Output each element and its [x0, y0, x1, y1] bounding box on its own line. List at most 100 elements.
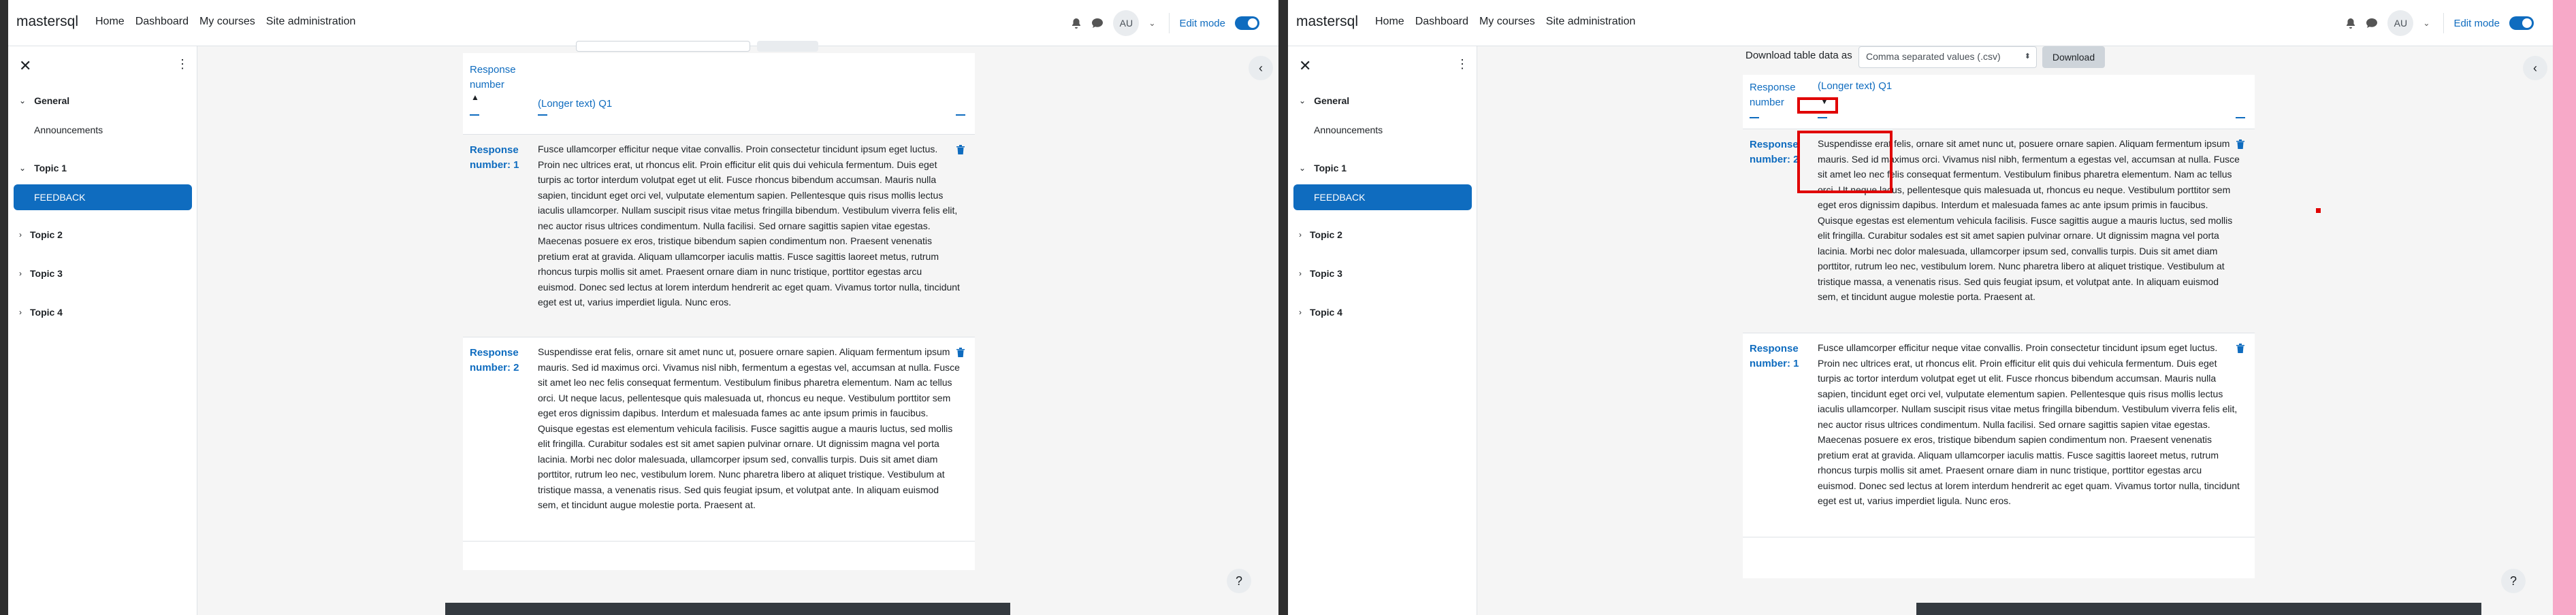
response-link[interactable]: Response number: 2 — [470, 346, 531, 376]
site-brand[interactable]: mastersql — [1296, 14, 1358, 30]
chevron-right-icon: › — [19, 308, 22, 317]
download-format-select[interactable]: Comma separated values (.csv) ⬍ — [1858, 46, 2037, 68]
activity-feedback[interactable]: FEEDBACK — [1293, 184, 1472, 210]
table-row: Response number: 1 Fusce ullamcorper eff… — [463, 135, 975, 337]
activity-announcements[interactable]: Announcements — [34, 124, 103, 135]
collapse-column-icon[interactable] — [1818, 117, 1827, 118]
section-topic-1[interactable]: ⌄ Topic 1 — [1299, 163, 1347, 173]
chevron-down-icon[interactable]: ⌄ — [2423, 18, 2430, 28]
course-index-drawer: ✕ ⋮ ⌄ General Announcements ⌄ Topic 1 FEED… — [8, 46, 197, 615]
top-navbar: mastersql Home Dashboard My courses Site… — [1288, 0, 2553, 46]
chevron-left-icon[interactable]: ‹ — [2523, 56, 2547, 80]
col-longer-text[interactable]: (Longer text) Q1 — [538, 98, 612, 110]
main-content: Download table data as Comma separated v… — [1477, 46, 2553, 615]
collapse-column-icon[interactable] — [956, 114, 965, 116]
primary-nav: Home Dashboard My courses Site administr… — [95, 16, 355, 28]
section-label: Topic 3 — [1310, 268, 1342, 279]
section-label: Topic 2 — [1310, 229, 1342, 240]
chat-icon[interactable] — [1091, 18, 1104, 29]
chevron-updown-icon: ⬍ — [2024, 52, 2031, 61]
footer-bar — [445, 603, 1010, 615]
chat-icon[interactable] — [2366, 18, 2378, 29]
help-icon[interactable]: ? — [1227, 569, 1251, 593]
sort-up-icon: ▲ — [471, 93, 479, 102]
highlight-dot — [2316, 208, 2321, 213]
section-general[interactable]: ⌄ General — [1299, 95, 1349, 106]
edit-mode-toggle[interactable] — [1235, 16, 1259, 30]
section-label: Topic 4 — [30, 307, 63, 318]
nav-home[interactable]: Home — [95, 16, 125, 28]
chevron-down-icon: ⌄ — [1299, 96, 1306, 105]
chevron-down-icon: ⌄ — [19, 96, 27, 105]
bell-icon[interactable] — [1071, 18, 1082, 29]
nav-my-courses[interactable]: My courses — [1479, 16, 1535, 28]
section-label: Topic 1 — [1314, 163, 1347, 173]
kebab-icon[interactable]: ⋮ — [1456, 57, 1468, 71]
chevron-right-icon: › — [19, 269, 22, 278]
nav-dashboard[interactable]: Dashboard — [135, 16, 189, 28]
chevron-right-icon: › — [1299, 269, 1302, 278]
top-navbar: mastersql Home Dashboard My courses Site… — [8, 0, 1278, 46]
close-icon[interactable]: ✕ — [19, 57, 31, 75]
download-button[interactable]: Download — [2042, 46, 2105, 68]
trash-icon[interactable] — [956, 347, 965, 358]
activity-feedback[interactable]: FEEDBACK — [14, 184, 192, 210]
collapse-column-icon[interactable] — [2236, 117, 2245, 118]
site-brand[interactable]: mastersql — [16, 14, 78, 30]
trash-icon[interactable] — [2236, 343, 2245, 354]
chevron-right-icon: › — [19, 230, 22, 239]
avatar[interactable]: AU — [2387, 10, 2414, 36]
col-response-number[interactable]: Response number — [470, 63, 531, 93]
footer-bar — [1916, 603, 2481, 615]
edit-mode-toggle[interactable] — [2509, 16, 2534, 30]
browser-panel-after: mastersql Home Dashboard My courses Site… — [1288, 0, 2553, 615]
section-topic-2[interactable]: › Topic 2 — [1299, 229, 1342, 240]
table-row: Response number: 1 Fusce ullamcorper eff… — [1743, 333, 2255, 537]
nav-separator — [1169, 13, 1170, 33]
chevron-right-icon: › — [1299, 230, 1302, 239]
nav-dashboard[interactable]: Dashboard — [1415, 16, 1468, 28]
section-topic-3[interactable]: › Topic 3 — [1299, 268, 1342, 279]
table-row: Response number: 2 Suspendisse erat feli… — [463, 337, 975, 542]
section-topic-3[interactable]: › Topic 3 — [19, 268, 63, 279]
section-topic-4[interactable]: › Topic 4 — [19, 307, 63, 318]
response-text: Fusce ullamcorper efficitur neque vitae … — [538, 144, 960, 308]
close-icon[interactable]: ✕ — [1299, 57, 1311, 75]
nav-site-administration[interactable]: Site administration — [1546, 16, 1636, 28]
bell-icon[interactable] — [2345, 18, 2356, 29]
responses-table: Response number ▲ (Longer text) Q1 Respo… — [463, 53, 975, 570]
trash-icon[interactable] — [956, 144, 965, 155]
section-topic-4[interactable]: › Topic 4 — [1299, 307, 1342, 318]
help-icon[interactable]: ? — [2501, 569, 2526, 593]
col-longer-text[interactable]: (Longer text) Q1 — [1818, 80, 1892, 92]
section-label: Topic 4 — [1310, 307, 1342, 318]
section-general[interactable]: ⌄ General — [19, 95, 69, 106]
trash-icon[interactable] — [2236, 139, 2245, 150]
nav-site-administration[interactable]: Site administration — [266, 16, 356, 28]
course-index-drawer: ✕ ⋮ ⌄ General Announcements ⌄ Topic 1 FEED… — [1288, 46, 1477, 615]
chevron-down-icon[interactable]: ⌄ — [1148, 18, 1155, 28]
section-label: General — [1314, 95, 1350, 106]
section-topic-1[interactable]: ⌄ Topic 1 — [19, 163, 67, 173]
collapse-column-icon[interactable] — [1750, 117, 1759, 118]
chevron-left-icon[interactable]: ‹ — [1249, 56, 1273, 80]
avatar[interactable]: AU — [1113, 10, 1140, 36]
section-label: Topic 1 — [34, 163, 67, 173]
filter-input-partial[interactable] — [576, 41, 750, 52]
response-text: Suspendisse erat felis, ornare sit amet … — [538, 346, 960, 510]
kebab-icon[interactable]: ⋮ — [176, 57, 189, 71]
user-nav: AU ⌄ Edit mode — [1071, 10, 1259, 36]
download-format-value: Comma separated values (.csv) — [1866, 51, 2001, 62]
section-topic-2[interactable]: › Topic 2 — [19, 229, 63, 240]
nav-home[interactable]: Home — [1375, 16, 1404, 28]
main-content: Response number ▲ (Longer text) Q1 Respo… — [197, 41, 1278, 615]
collapse-column-icon[interactable] — [470, 114, 479, 116]
response-link[interactable]: Response number: 1 — [470, 143, 531, 173]
filter-button-partial[interactable] — [757, 41, 818, 52]
edit-mode-label: Edit mode — [2453, 17, 2500, 29]
response-link[interactable]: Response number: 1 — [1750, 342, 1811, 371]
activity-announcements[interactable]: Announcements — [1314, 124, 1383, 135]
collapse-column-icon[interactable] — [538, 114, 547, 116]
nav-my-courses[interactable]: My courses — [199, 16, 255, 28]
chevron-down-icon: ⌄ — [19, 163, 27, 173]
